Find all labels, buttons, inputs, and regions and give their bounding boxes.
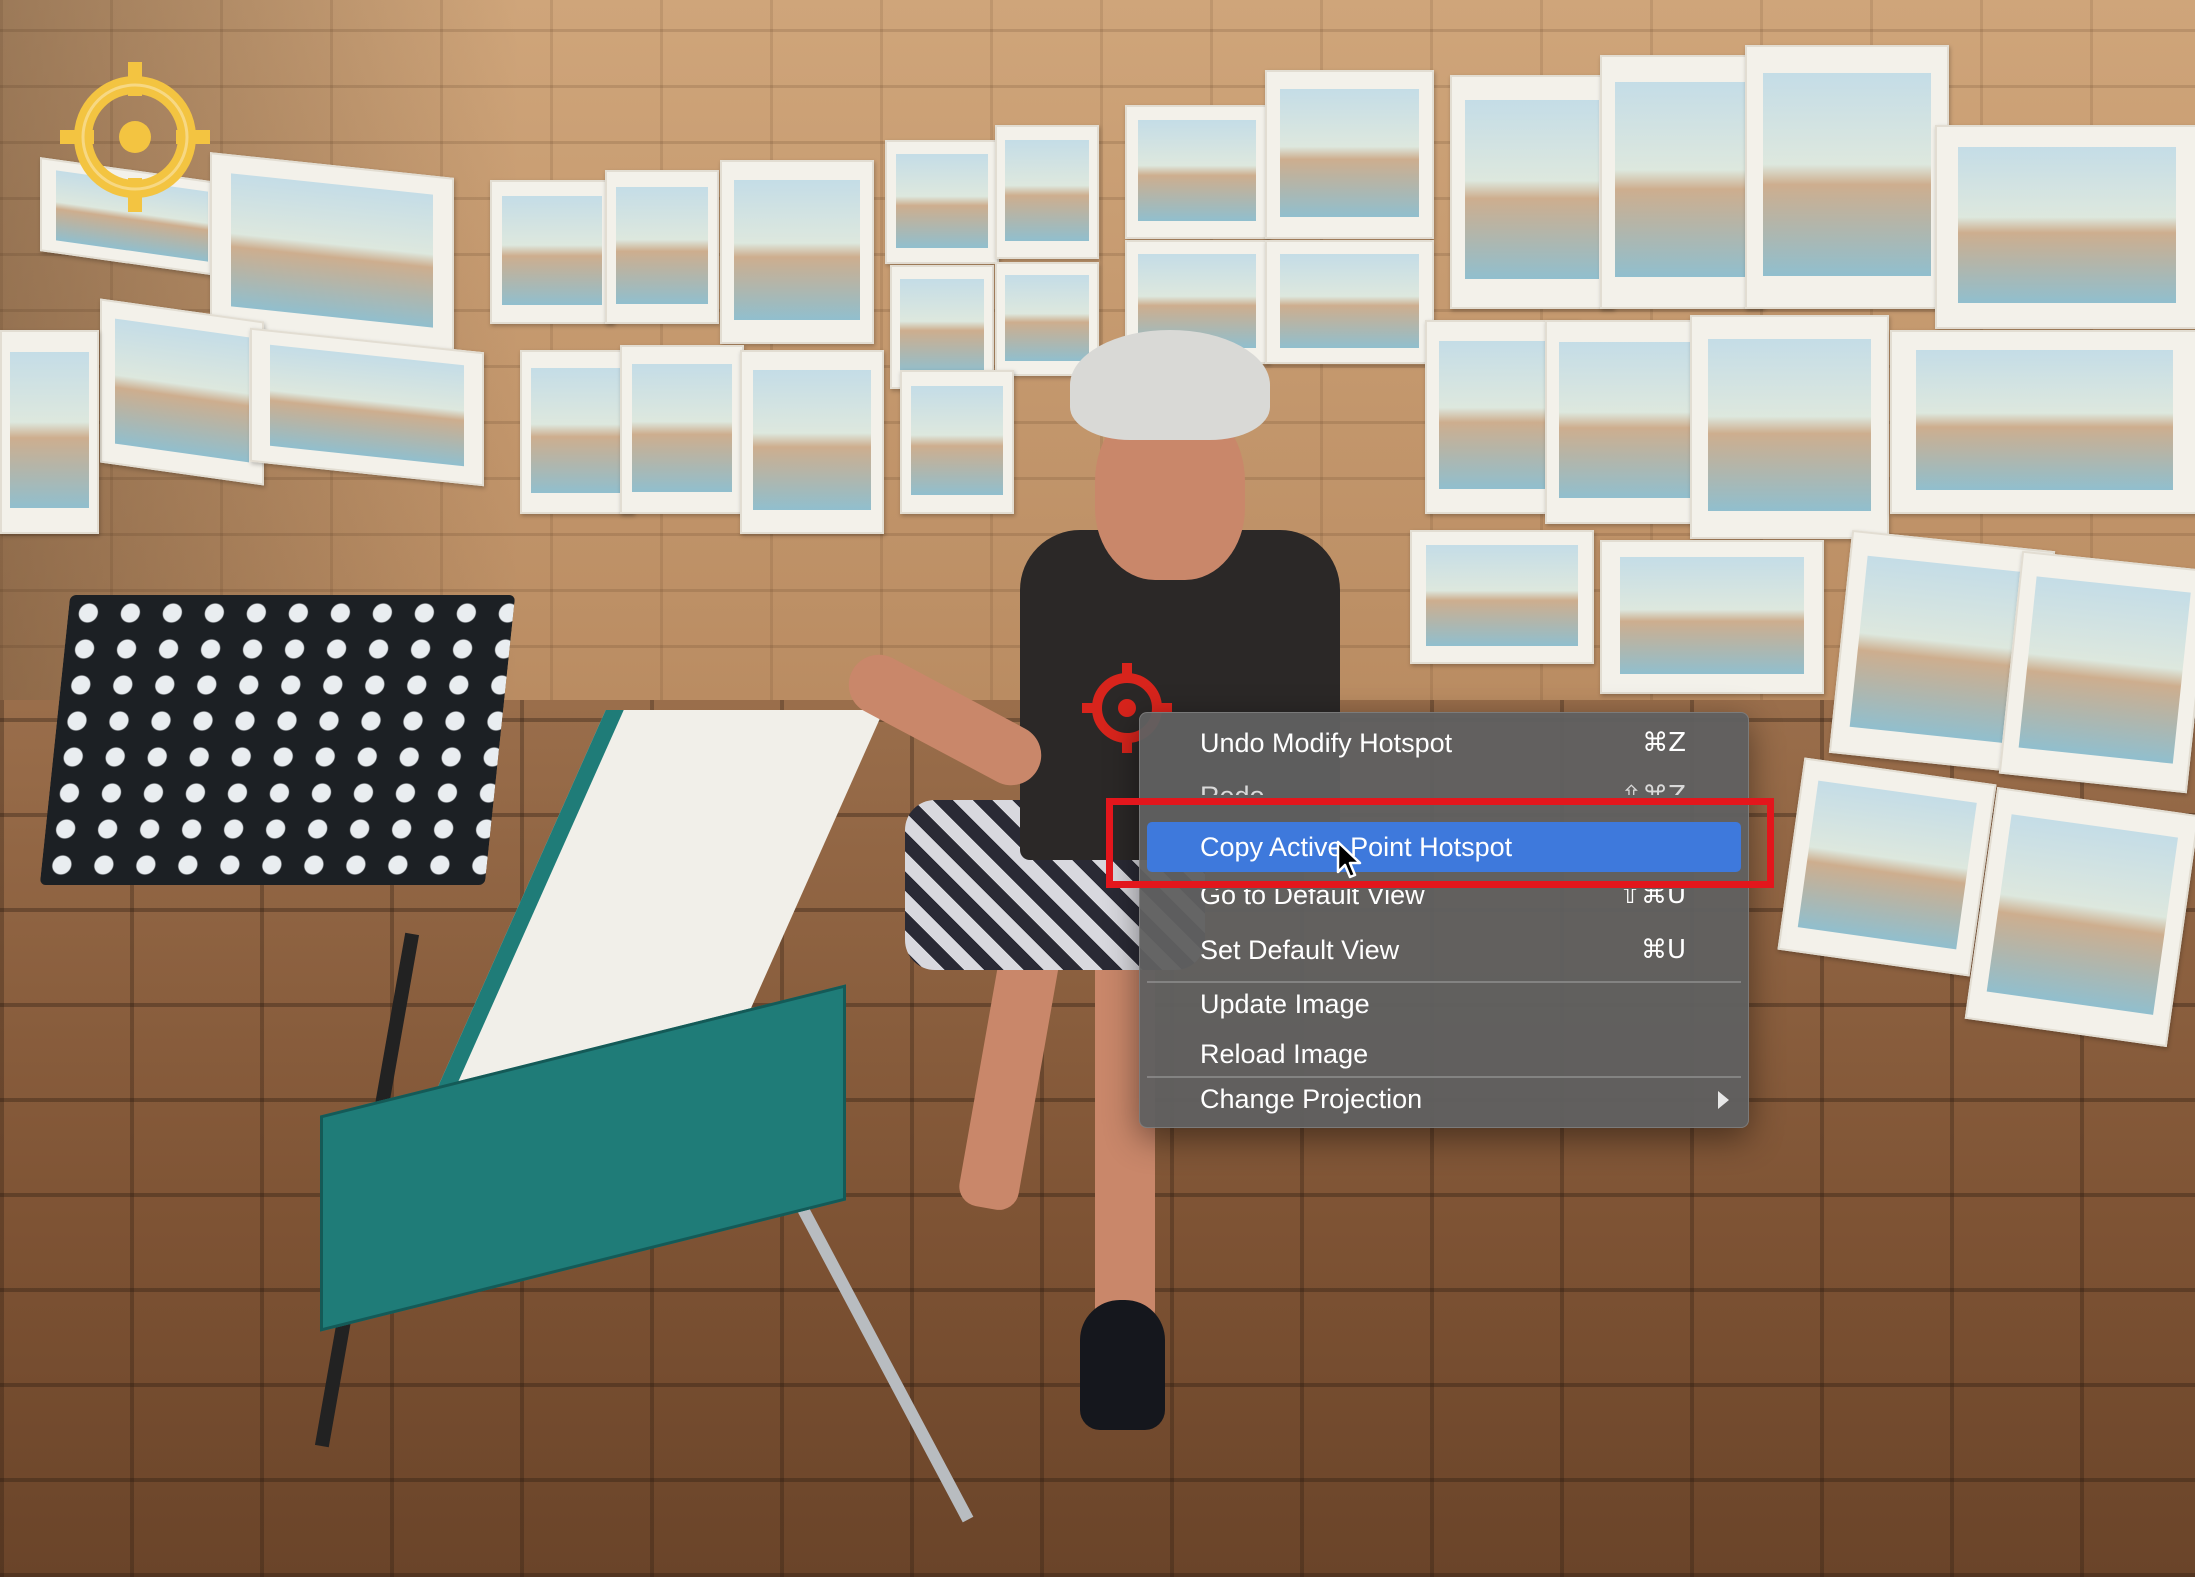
menu-item-shortcut: ⌘Z [1642, 728, 1686, 758]
menu-item-set-default-view[interactable]: Set Default View ⌘U [1147, 925, 1741, 975]
menu-item-shortcut: ⇧⌘Z [1620, 781, 1686, 795]
menu-item-go-to-default-view[interactable]: Go to Default View ⇧⌘U [1147, 889, 1741, 909]
menu-item-update-image[interactable]: Update Image [1147, 979, 1741, 1029]
context-menu: Undo Modify Hotspot ⌘Z Redo ⇧⌘Z Copy Act… [1139, 712, 1749, 1128]
menu-item-change-projection[interactable]: Change Projection [1147, 1074, 1741, 1124]
menu-item-label: Change Projection [1200, 1084, 1423, 1114]
menu-item-label: Undo Modify Hotspot [1200, 728, 1453, 758]
annotation-highlight-box [1106, 798, 1774, 888]
menu-item-redo[interactable]: Redo ⇧⌘Z [1147, 771, 1741, 795]
arrow-pointer-icon [1336, 840, 1364, 880]
easel-with-paintbox [314, 670, 974, 1523]
menu-item-shortcut: ⌘U [1640, 935, 1686, 965]
menu-item-undo-modify-hotspot[interactable]: Undo Modify Hotspot ⌘Z [1147, 718, 1741, 768]
menu-item-label: Go to Default View [1200, 889, 1425, 909]
chevron-right-icon [1718, 1091, 1729, 1109]
menu-item-label: Set Default View [1200, 935, 1400, 965]
menu-item-label: Update Image [1200, 989, 1370, 1019]
panorama-viewport[interactable] [0, 0, 2195, 1577]
menu-item-shortcut: ⇧⌘U [1619, 889, 1686, 909]
menu-item-label: Redo [1200, 781, 1265, 795]
menu-item-reload-image[interactable]: Reload Image [1147, 1029, 1741, 1079]
crosshair-target-icon[interactable] [60, 62, 210, 212]
menu-item-label: Reload Image [1200, 1039, 1369, 1069]
